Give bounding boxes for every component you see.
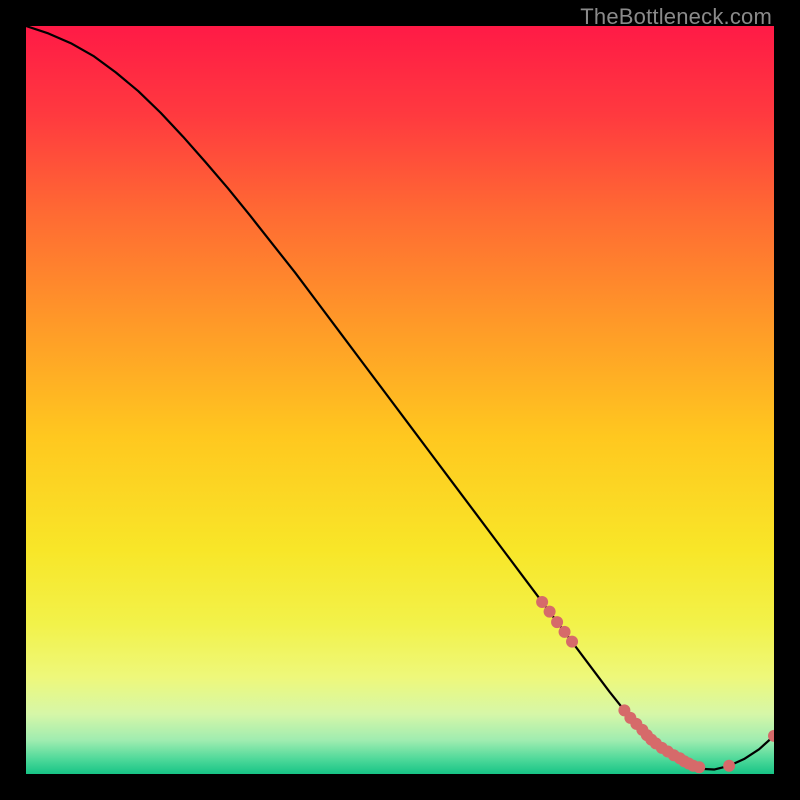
data-point bbox=[544, 606, 556, 618]
gradient-background bbox=[26, 26, 774, 774]
plot-area bbox=[26, 26, 774, 774]
data-point bbox=[536, 596, 548, 608]
data-point bbox=[566, 636, 578, 648]
data-point bbox=[693, 761, 705, 773]
data-point bbox=[551, 616, 563, 628]
chart-svg bbox=[26, 26, 774, 774]
data-point bbox=[559, 626, 571, 638]
chart-frame: TheBottleneck.com bbox=[0, 0, 800, 800]
data-point bbox=[723, 760, 735, 772]
watermark-text: TheBottleneck.com bbox=[580, 4, 772, 30]
